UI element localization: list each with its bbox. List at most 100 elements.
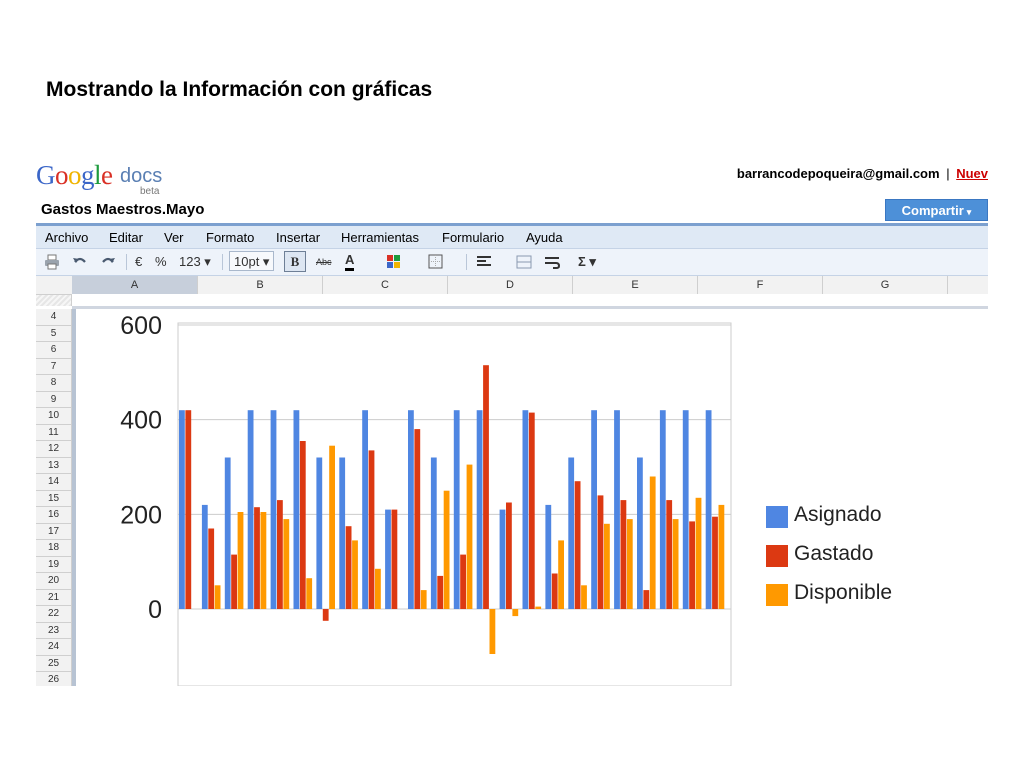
strikethrough-button[interactable]: Abc: [316, 253, 332, 271]
share-button[interactable]: Compartir ▾: [885, 199, 988, 221]
bar-asignado: [362, 410, 368, 609]
bar-asignado: [591, 410, 597, 609]
row-header[interactable]: 16: [36, 507, 72, 524]
bar-gastado: [254, 507, 260, 609]
printer-icon[interactable]: [44, 254, 60, 270]
menu-archivo[interactable]: Archivo: [45, 230, 88, 245]
row-header[interactable]: 22: [36, 606, 72, 623]
bar-gastado: [689, 521, 695, 609]
row-header[interactable]: 15: [36, 490, 72, 507]
column-header-a[interactable]: A: [72, 276, 198, 294]
toolbar: € % 123 ▾ 10pt ▾ B Abc A Σ ▾: [36, 249, 988, 276]
bar-gastado: [414, 429, 421, 609]
bar-gastado: [437, 575, 444, 609]
text-color-button[interactable]: A: [345, 253, 355, 271]
row-header[interactable]: 13: [36, 457, 72, 474]
menu-formato[interactable]: Formato: [206, 230, 254, 245]
bar-asignado: [545, 504, 552, 609]
legend-label: Gastado: [794, 542, 874, 565]
row-headers: 4 5 6 7 8 9 10 11 12 13 14 15 16 17 18 1…: [36, 309, 72, 686]
row-header[interactable]: 4: [36, 309, 72, 326]
bar-disponible: [535, 606, 542, 609]
legend-swatch: [766, 506, 788, 528]
bar-disponible: [581, 585, 587, 609]
menu-bar: Archivo Editar Ver Formato Insertar Herr…: [36, 226, 988, 249]
bar-asignado: [385, 509, 391, 609]
google-docs-logo[interactable]: Google docs beta: [36, 160, 176, 200]
y-tick-label: 200: [120, 501, 162, 529]
bold-button[interactable]: B: [284, 251, 306, 272]
column-header-f[interactable]: F: [698, 276, 823, 294]
row-header[interactable]: 17: [36, 523, 72, 540]
bar-disponible: [695, 497, 702, 609]
bar-asignado: [637, 457, 643, 609]
slide-title: Mostrando la Información con gráficas: [46, 78, 433, 101]
undo-icon[interactable]: [72, 254, 88, 270]
row-header[interactable]: 7: [36, 358, 72, 375]
bar-asignado: [499, 509, 506, 609]
font-size-dropdown[interactable]: 10pt ▾: [229, 251, 275, 271]
document-title[interactable]: Gastos Maestros.Mayo: [41, 201, 204, 218]
y-tick-label: 400: [120, 407, 162, 435]
row-header[interactable]: 25: [36, 655, 72, 672]
bar-disponible: [466, 464, 473, 609]
account-bar: barrancodepoqueira@gmail.com | Nuev: [737, 166, 988, 181]
fill-color-icon[interactable]: [386, 254, 402, 270]
row-header[interactable]: 11: [36, 424, 72, 441]
borders-icon[interactable]: [428, 254, 444, 270]
redo-icon[interactable]: [100, 254, 116, 270]
wrap-icon[interactable]: [544, 254, 560, 270]
bar-gastado: [528, 412, 535, 609]
column-header-e[interactable]: E: [573, 276, 698, 294]
row-header[interactable]: 24: [36, 639, 72, 656]
bar-disponible: [352, 540, 358, 609]
embedded-bar-chart[interactable]: 600 400 200 0: [72, 309, 988, 686]
legend-swatch: [766, 545, 788, 567]
column-header-d[interactable]: D: [448, 276, 573, 294]
row-header[interactable]: 14: [36, 474, 72, 491]
row-header[interactable]: 18: [36, 540, 72, 557]
menu-ver[interactable]: Ver: [164, 230, 184, 245]
menu-editar[interactable]: Editar: [109, 230, 143, 245]
bar-disponible: [214, 585, 221, 609]
beta-label: beta: [140, 186, 160, 197]
merge-icon[interactable]: [516, 254, 532, 270]
column-header-g[interactable]: G: [823, 276, 948, 294]
percent-format-button[interactable]: %: [155, 253, 167, 271]
row-header[interactable]: 23: [36, 622, 72, 639]
new-link[interactable]: Nuev: [956, 166, 988, 181]
row-header[interactable]: 6: [36, 342, 72, 359]
bar-gastado: [574, 481, 581, 609]
bar-disponible: [604, 523, 610, 609]
menu-insertar[interactable]: Insertar: [276, 230, 320, 245]
row-header[interactable]: 20: [36, 573, 72, 590]
sum-dropdown[interactable]: Σ ▾: [578, 253, 596, 271]
align-icon[interactable]: [476, 254, 492, 270]
bar-disponible: [558, 540, 564, 609]
bar-asignado: [476, 410, 483, 609]
menu-herramientas[interactable]: Herramientas: [341, 230, 419, 245]
bar-disponible: [283, 519, 290, 609]
currency-format-button[interactable]: €: [135, 253, 142, 271]
bar-disponible: [718, 504, 725, 609]
bar-gastado: [345, 526, 352, 609]
separator: |: [946, 166, 950, 181]
row-header[interactable]: 12: [36, 441, 72, 458]
number-format-dropdown[interactable]: 123 ▾: [179, 253, 211, 271]
bar-asignado: [430, 457, 437, 609]
row-header[interactable]: 21: [36, 589, 72, 606]
bar-asignado: [659, 410, 666, 609]
row-header[interactable]: 19: [36, 556, 72, 573]
row-header[interactable]: 9: [36, 391, 72, 408]
row-header[interactable]: 5: [36, 325, 72, 342]
column-header-b[interactable]: B: [198, 276, 323, 294]
row-header[interactable]: 10: [36, 408, 72, 425]
column-header-c[interactable]: C: [323, 276, 448, 294]
row-header[interactable]: 26: [36, 672, 72, 686]
bar-gastado: [460, 554, 466, 609]
menu-ayuda[interactable]: Ayuda: [526, 230, 563, 245]
bar-disponible: [443, 490, 450, 609]
menu-formulario[interactable]: Formulario: [442, 230, 504, 245]
bar-asignado: [224, 457, 231, 609]
row-header[interactable]: 8: [36, 375, 72, 392]
